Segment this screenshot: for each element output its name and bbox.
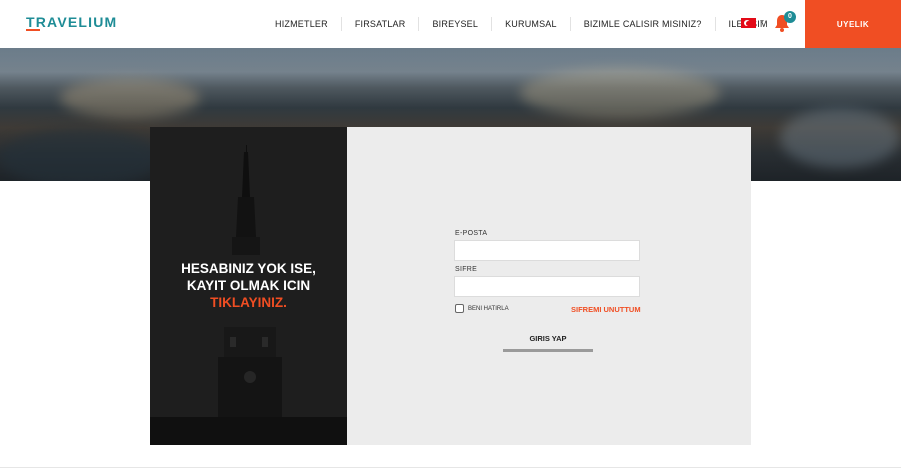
nav-item-careers[interactable]: BIZIMLE CALISIR MISINIZ? xyxy=(569,17,715,31)
register-link[interactable]: TIKLAYINIZ. xyxy=(150,294,347,311)
email-label: E-POSTA xyxy=(455,230,488,237)
logo-underline xyxy=(26,29,40,31)
register-promo-panel: HESABINIZ YOK ISE, KAYIT OLMAK ICIN TIKL… xyxy=(150,127,347,445)
login-panel: E-POSTA SIFRE BENI HATIRLA SIFREMI UNUTT… xyxy=(347,127,751,445)
nav-item-bireysel[interactable]: BIREYSEL xyxy=(418,17,491,31)
login-button[interactable]: GIRIS YAP xyxy=(503,330,593,352)
remember-me-label: BENI HATIRLA xyxy=(468,306,509,312)
password-field[interactable] xyxy=(454,276,640,297)
nav-item-firsatlar[interactable]: FIRSATLAR xyxy=(340,17,419,31)
email-field[interactable] xyxy=(454,240,640,261)
notification-badge: 0 xyxy=(784,11,796,23)
password-label: SIFRE xyxy=(455,266,478,273)
nav-item-hizmetler[interactable]: HIZMETLER xyxy=(262,17,341,31)
membership-button[interactable]: UYELIK xyxy=(805,0,901,48)
main-nav: HIZMETLER FIRSATLAR BIREYSEL KURUMSAL BI… xyxy=(262,0,781,48)
footer-divider xyxy=(0,467,901,468)
promo-line-2: KAYIT OLMAK ICIN xyxy=(186,278,311,293)
forgot-password-link[interactable]: SIFREMI UNUTTUM xyxy=(571,305,641,314)
chevron-down-icon[interactable] xyxy=(760,20,764,23)
nav-item-kurumsal[interactable]: KURUMSAL xyxy=(491,17,570,31)
remember-me-checkbox[interactable] xyxy=(455,304,464,313)
turkey-flag-icon[interactable] xyxy=(741,18,756,28)
top-header: TRAVELIUM HIZMETLER FIRSATLAR BIREYSEL K… xyxy=(0,0,901,48)
promo-line-1: HESABINIZ YOK ISE, xyxy=(181,261,316,276)
logo[interactable]: TRAVELIUM xyxy=(26,14,117,30)
register-promo-text: HESABINIZ YOK ISE, KAYIT OLMAK ICIN TIKL… xyxy=(150,260,347,311)
